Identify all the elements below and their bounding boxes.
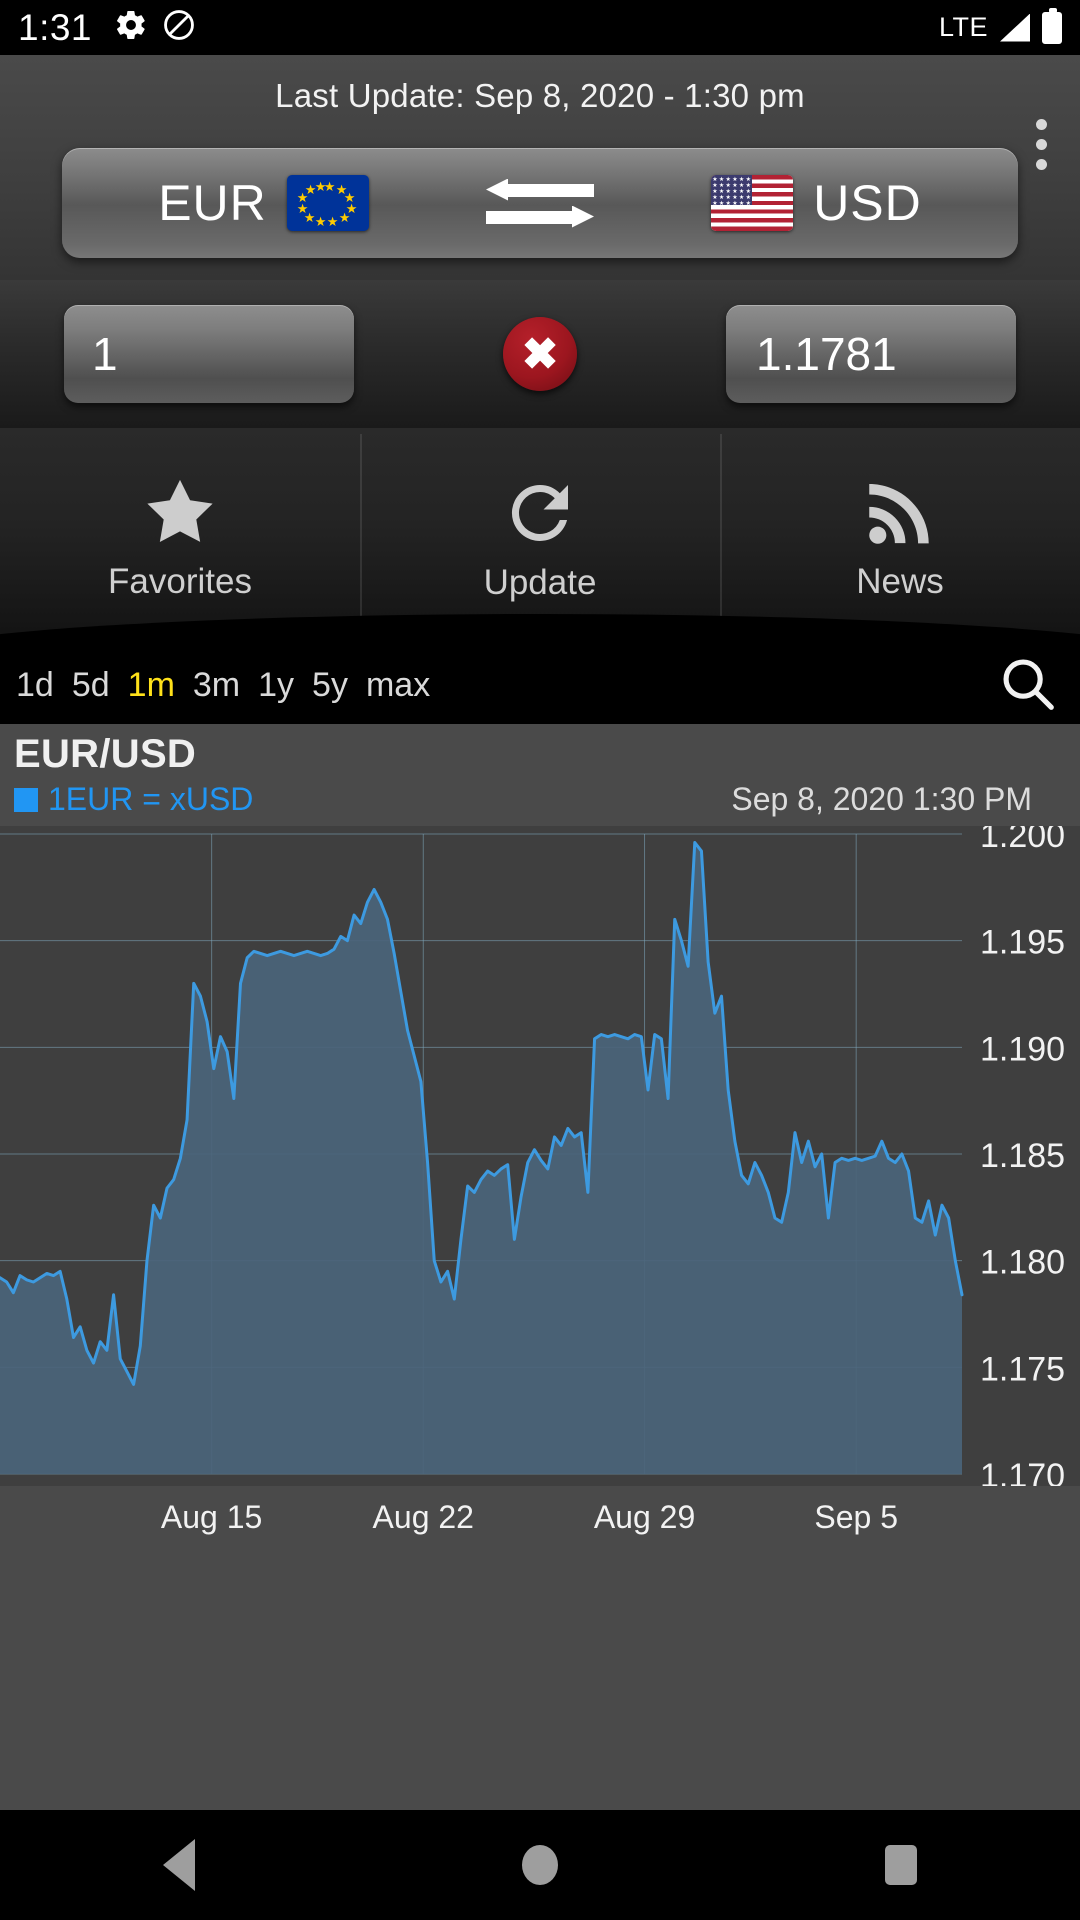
chart-timestamp: Sep 8, 2020 1:30 PM [731,781,1032,817]
status-bar-clock: 1:31 [18,6,93,48]
range-1d[interactable]: 1d [14,665,56,706]
x-tick-label: Aug 22 [372,1499,474,1535]
do-not-disturb-icon [162,8,196,47]
svg-text:1.200: 1.200 [980,826,1065,855]
action-button-row: Favorites Update News [0,428,1080,704]
us-flag: ★★★★★★ ★★★★★★ ★★★★★★ ★★★★★★ ★★★★★★ [711,175,794,231]
android-nav-bar [0,1810,1080,1920]
arrow-right [486,205,594,228]
chart-subheader: 1EUR = xUSD Sep 8, 2020 1:30 PM [14,781,1066,818]
arrow-left [486,178,594,201]
overflow-menu-button[interactable] [1030,113,1053,176]
overflow-dot [1036,119,1047,130]
currency-pair-selector[interactable]: EUR ★ ★ ★ ★ ★ ★ ★ ★ ★ ★ ★ ★ ★★★★★★ ★★★★★… [62,148,1018,258]
search-icon[interactable] [996,652,1058,719]
chart-legend: 1EUR = xUSD [14,781,253,818]
range-max[interactable]: max [364,665,432,706]
status-bar-notification-icons [114,8,196,47]
to-currency-button[interactable]: ★★★★★★ ★★★★★★ ★★★★★★ ★★★★★★ ★★★★★★ USD [615,174,1018,232]
amount-input[interactable]: 1 [64,305,354,403]
range-1y[interactable]: 1y [256,665,296,706]
signal-icon [1000,13,1030,42]
svg-text:1.180: 1.180 [980,1244,1065,1282]
overflow-dot [1036,159,1047,170]
gear-icon [114,8,148,47]
legend-swatch [14,787,38,812]
clear-button[interactable]: ✖ [503,317,577,391]
battery-icon [1042,7,1062,44]
update-button[interactable]: Update [360,428,720,646]
favorites-label: Favorites [108,562,252,601]
chart-svg: 1.200 1.195 1.190 1.185 1.180 1.175 1.170 [0,817,1080,1495]
time-range-options: 1d 5d 1m 3m 1y 5y max [14,665,432,706]
svg-text:1.175: 1.175 [980,1350,1065,1388]
x-tick-label: Aug 15 [160,1499,263,1535]
star-icon [139,472,221,554]
status-bar: 1:31 LTE [0,0,1080,55]
to-currency-code: USD [813,175,922,231]
chart-plot-area[interactable]: 1.200 1.195 1.190 1.185 1.180 1.175 1.170 Aug … [0,817,1080,1551]
x-tick-label: Sep 5 [814,1499,898,1535]
refresh-icon [498,471,582,555]
app-header: Last Update: Sep 8, 2020 - 1:30 pm EUR ★… [0,55,1080,280]
range-5d[interactable]: 5d [70,665,112,706]
status-bar-system-icons: LTE [938,7,1062,44]
favorites-button[interactable]: Favorites [0,428,360,646]
update-label: Update [483,563,597,602]
chart-x-axis: Aug 15 Aug 22 Aug 29 Sep 5 [0,1491,1080,1551]
svg-text:1.185: 1.185 [980,1137,1065,1175]
result-input[interactable]: 1.1781 [726,305,1016,403]
network-type-label: LTE [938,12,988,42]
news-label: News [856,562,944,601]
home-circle-icon[interactable] [521,1845,558,1885]
x-tick-label: Aug 29 [593,1499,696,1535]
from-currency-code: EUR [158,175,267,231]
app-root: 1:31 LTE Last Update: Sep 8, 2020 - 1:30… [0,0,1080,1920]
chart-header: EUR/USD 1EUR = xUSD Sep 8, 2020 1:30 PM [0,724,1080,818]
range-5y[interactable]: 5y [310,665,350,706]
news-button[interactable]: News [720,428,1080,646]
chart-title: EUR/USD [14,732,197,776]
overflow-dot [1036,139,1047,150]
swap-arrows-icon[interactable] [465,178,615,228]
conversion-row: 1 ✖ 1.1781 [0,280,1080,428]
chart-panel: EUR/USD 1EUR = xUSD Sep 8, 2020 1:30 PM … [0,724,1080,1920]
range-1m[interactable]: 1m [126,665,177,706]
last-update-label: Last Update: Sep 8, 2020 - 1:30 pm [275,77,805,114]
legend-label: 1EUR = xUSD [48,781,254,817]
svg-text:1.190: 1.190 [980,1030,1065,1068]
range-3m[interactable]: 3m [191,665,242,706]
svg-text:1.170: 1.170 [980,1457,1065,1486]
from-currency-button[interactable]: EUR ★ ★ ★ ★ ★ ★ ★ ★ ★ ★ ★ ★ [62,174,465,232]
recents-square-icon[interactable] [884,1845,917,1885]
back-triangle-icon[interactable] [163,1839,196,1891]
svg-text:1.195: 1.195 [980,924,1065,962]
eu-flag: ★ ★ ★ ★ ★ ★ ★ ★ ★ ★ ★ ★ [286,175,369,231]
time-range-bar: 1d 5d 1m 3m 1y 5y max [0,646,1080,724]
rss-icon [859,472,941,554]
